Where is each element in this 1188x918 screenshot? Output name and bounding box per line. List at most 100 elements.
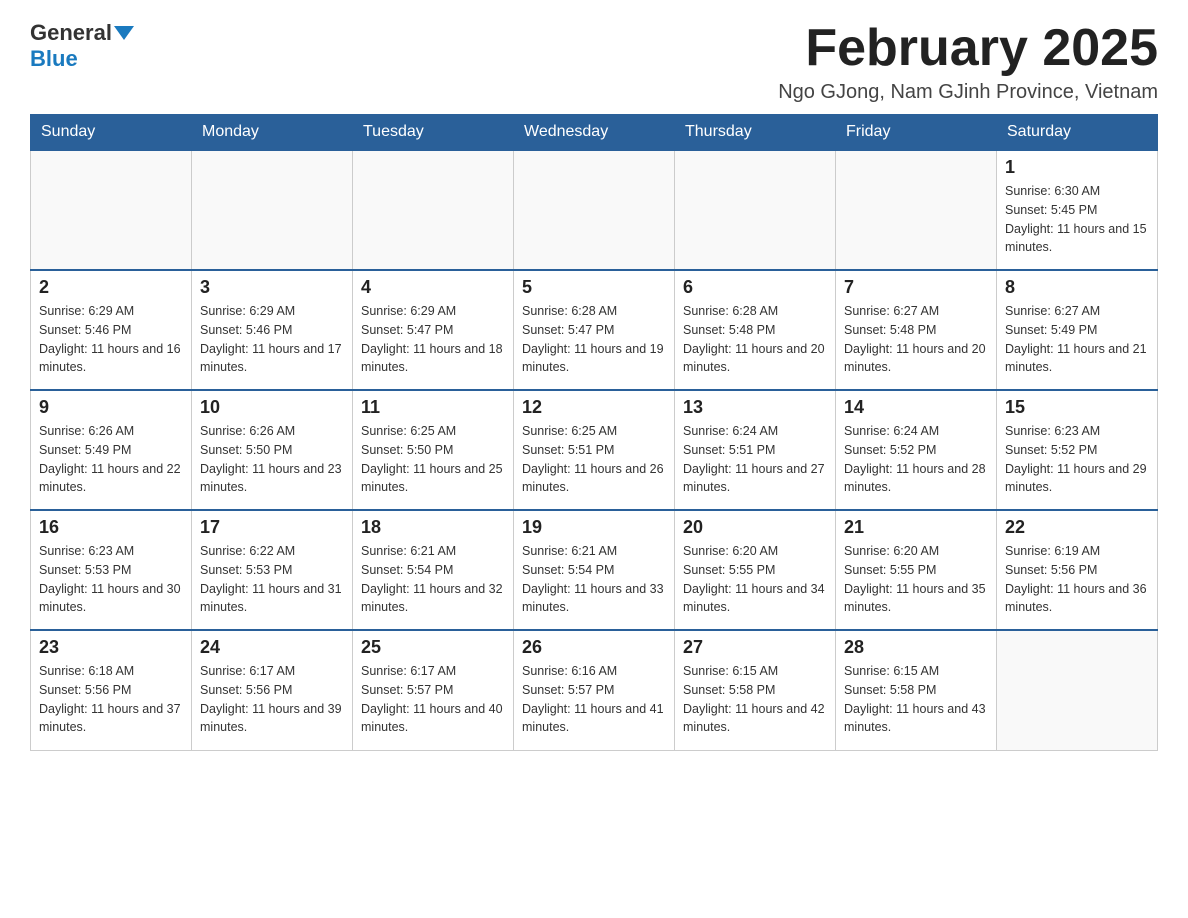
day-info: Sunrise: 6:27 AMSunset: 5:49 PMDaylight:… <box>1005 302 1149 377</box>
logo-blue-text: Blue <box>30 46 78 71</box>
calendar-cell: 6 Sunrise: 6:28 AMSunset: 5:48 PMDaylight… <box>675 270 836 390</box>
calendar-cell: 24 Sunrise: 6:17 AMSunset: 5:56 PMDayligh… <box>192 630 353 750</box>
calendar-cell: 27 Sunrise: 6:15 AMSunset: 5:58 PMDayligh… <box>675 630 836 750</box>
day-of-week-friday: Friday <box>836 115 997 151</box>
title-block: February 2025 Ngo GJong, Nam GJinh Provi… <box>778 20 1158 104</box>
day-info: Sunrise: 6:29 AMSunset: 5:47 PMDaylight:… <box>361 302 505 377</box>
day-info: Sunrise: 6:28 AMSunset: 5:47 PMDaylight:… <box>522 302 666 377</box>
month-title: February 2025 <box>778 20 1158 77</box>
calendar-cell: 5 Sunrise: 6:28 AMSunset: 5:47 PMDaylight… <box>514 270 675 390</box>
day-number: 1 <box>1005 157 1149 178</box>
calendar-cell: 20 Sunrise: 6:20 AMSunset: 5:55 PMDayligh… <box>675 510 836 630</box>
day-info: Sunrise: 6:20 AMSunset: 5:55 PMDaylight:… <box>844 542 988 617</box>
calendar-cell <box>353 150 514 270</box>
calendar-cell <box>675 150 836 270</box>
day-of-week-thursday: Thursday <box>675 115 836 151</box>
logo-arrow-icon <box>114 26 134 40</box>
calendar-cell: 12Sunrise: 6:25 AMSunset: 5:51 PMDayligh… <box>514 390 675 510</box>
day-number: 20 <box>683 517 827 538</box>
logo: General Blue <box>30 20 136 72</box>
calendar-cell: 13 Sunrise: 6:24 AMSunset: 5:51 PMDayligh… <box>675 390 836 510</box>
calendar-cell <box>31 150 192 270</box>
day-info: Sunrise: 6:26 AMSunset: 5:50 PMDaylight:… <box>200 422 344 497</box>
day-number: 8 <box>1005 277 1149 298</box>
day-number: 5 <box>522 277 666 298</box>
calendar-cell: 9 Sunrise: 6:26 AMSunset: 5:49 PMDaylight… <box>31 390 192 510</box>
calendar-cell <box>997 630 1158 750</box>
day-info: Sunrise: 6:25 AMSunset: 5:50 PMDaylight:… <box>361 422 505 497</box>
day-info: Sunrise: 6:29 AMSunset: 5:46 PMDaylight:… <box>39 302 183 377</box>
day-info: Sunrise: 6:17 AMSunset: 5:56 PMDaylight:… <box>200 662 344 737</box>
calendar-cell: 14 Sunrise: 6:24 AMSunset: 5:52 PMDayligh… <box>836 390 997 510</box>
calendar-cell: 16Sunrise: 6:23 AMSunset: 5:53 PMDayligh… <box>31 510 192 630</box>
day-info: Sunrise: 6:26 AMSunset: 5:49 PMDaylight:… <box>39 422 183 497</box>
calendar-cell: 4 Sunrise: 6:29 AMSunset: 5:47 PMDaylight… <box>353 270 514 390</box>
day-number: 28 <box>844 637 988 658</box>
day-number: 21 <box>844 517 988 538</box>
day-info: Sunrise: 6:24 AMSunset: 5:51 PMDaylight:… <box>683 422 827 497</box>
calendar-cell: 8 Sunrise: 6:27 AMSunset: 5:49 PMDaylight… <box>997 270 1158 390</box>
week-row-2: 2 Sunrise: 6:29 AMSunset: 5:46 PMDaylight… <box>31 270 1158 390</box>
day-info: Sunrise: 6:30 AMSunset: 5:45 PMDaylight:… <box>1005 182 1149 257</box>
calendar-table: SundayMondayTuesdayWednesdayThursdayFrid… <box>30 114 1158 751</box>
calendar-cell: 7Sunrise: 6:27 AMSunset: 5:48 PMDaylight… <box>836 270 997 390</box>
day-number: 16 <box>39 517 183 538</box>
day-number: 15 <box>1005 397 1149 418</box>
calendar-cell: 15 Sunrise: 6:23 AMSunset: 5:52 PMDayligh… <box>997 390 1158 510</box>
day-info: Sunrise: 6:28 AMSunset: 5:48 PMDaylight:… <box>683 302 827 377</box>
day-number: 14 <box>844 397 988 418</box>
day-info: Sunrise: 6:25 AMSunset: 5:51 PMDaylight:… <box>522 422 666 497</box>
day-number: 22 <box>1005 517 1149 538</box>
day-number: 4 <box>361 277 505 298</box>
day-number: 11 <box>361 397 505 418</box>
day-number: 3 <box>200 277 344 298</box>
logo-general-text: General <box>30 20 112 46</box>
day-info: Sunrise: 6:15 AMSunset: 5:58 PMDaylight:… <box>683 662 827 737</box>
day-info: Sunrise: 6:24 AMSunset: 5:52 PMDaylight:… <box>844 422 988 497</box>
day-number: 27 <box>683 637 827 658</box>
calendar-cell <box>192 150 353 270</box>
day-number: 6 <box>683 277 827 298</box>
day-info: Sunrise: 6:22 AMSunset: 5:53 PMDaylight:… <box>200 542 344 617</box>
calendar-cell: 23Sunrise: 6:18 AMSunset: 5:56 PMDayligh… <box>31 630 192 750</box>
day-info: Sunrise: 6:17 AMSunset: 5:57 PMDaylight:… <box>361 662 505 737</box>
week-row-1: 1 Sunrise: 6:30 AMSunset: 5:45 PMDaylight… <box>31 150 1158 270</box>
calendar-cell: 25 Sunrise: 6:17 AMSunset: 5:57 PMDayligh… <box>353 630 514 750</box>
day-info: Sunrise: 6:16 AMSunset: 5:57 PMDaylight:… <box>522 662 666 737</box>
calendar-cell: 21 Sunrise: 6:20 AMSunset: 5:55 PMDayligh… <box>836 510 997 630</box>
day-number: 24 <box>200 637 344 658</box>
day-number: 25 <box>361 637 505 658</box>
calendar-cell: 18 Sunrise: 6:21 AMSunset: 5:54 PMDayligh… <box>353 510 514 630</box>
day-number: 10 <box>200 397 344 418</box>
page-header: General Blue February 2025 Ngo GJong, Na… <box>30 20 1158 104</box>
calendar-cell: 11 Sunrise: 6:25 AMSunset: 5:50 PMDayligh… <box>353 390 514 510</box>
day-info: Sunrise: 6:21 AMSunset: 5:54 PMDaylight:… <box>522 542 666 617</box>
day-number: 2 <box>39 277 183 298</box>
calendar-cell: 22 Sunrise: 6:19 AMSunset: 5:56 PMDayligh… <box>997 510 1158 630</box>
day-info: Sunrise: 6:19 AMSunset: 5:56 PMDaylight:… <box>1005 542 1149 617</box>
calendar-cell: 26 Sunrise: 6:16 AMSunset: 5:57 PMDayligh… <box>514 630 675 750</box>
day-info: Sunrise: 6:20 AMSunset: 5:55 PMDaylight:… <box>683 542 827 617</box>
calendar-cell: 3 Sunrise: 6:29 AMSunset: 5:46 PMDaylight… <box>192 270 353 390</box>
day-number: 13 <box>683 397 827 418</box>
calendar-cell: 10 Sunrise: 6:26 AMSunset: 5:50 PMDayligh… <box>192 390 353 510</box>
day-of-week-monday: Monday <box>192 115 353 151</box>
day-info: Sunrise: 6:29 AMSunset: 5:46 PMDaylight:… <box>200 302 344 377</box>
week-row-3: 9 Sunrise: 6:26 AMSunset: 5:49 PMDaylight… <box>31 390 1158 510</box>
day-number: 18 <box>361 517 505 538</box>
day-number: 19 <box>522 517 666 538</box>
day-number: 26 <box>522 637 666 658</box>
days-of-week-row: SundayMondayTuesdayWednesdayThursdayFrid… <box>31 115 1158 151</box>
day-info: Sunrise: 6:21 AMSunset: 5:54 PMDaylight:… <box>361 542 505 617</box>
calendar-cell: 19 Sunrise: 6:21 AMSunset: 5:54 PMDayligh… <box>514 510 675 630</box>
day-info: Sunrise: 6:27 AMSunset: 5:48 PMDaylight:… <box>844 302 988 377</box>
calendar-cell: 2 Sunrise: 6:29 AMSunset: 5:46 PMDaylight… <box>31 270 192 390</box>
calendar-cell: 28 Sunrise: 6:15 AMSunset: 5:58 PMDayligh… <box>836 630 997 750</box>
day-info: Sunrise: 6:23 AMSunset: 5:52 PMDaylight:… <box>1005 422 1149 497</box>
calendar-cell <box>836 150 997 270</box>
day-number: 9 <box>39 397 183 418</box>
day-of-week-sunday: Sunday <box>31 115 192 151</box>
week-row-5: 23Sunrise: 6:18 AMSunset: 5:56 PMDayligh… <box>31 630 1158 750</box>
calendar-cell: 1 Sunrise: 6:30 AMSunset: 5:45 PMDaylight… <box>997 150 1158 270</box>
day-info: Sunrise: 6:15 AMSunset: 5:58 PMDaylight:… <box>844 662 988 737</box>
